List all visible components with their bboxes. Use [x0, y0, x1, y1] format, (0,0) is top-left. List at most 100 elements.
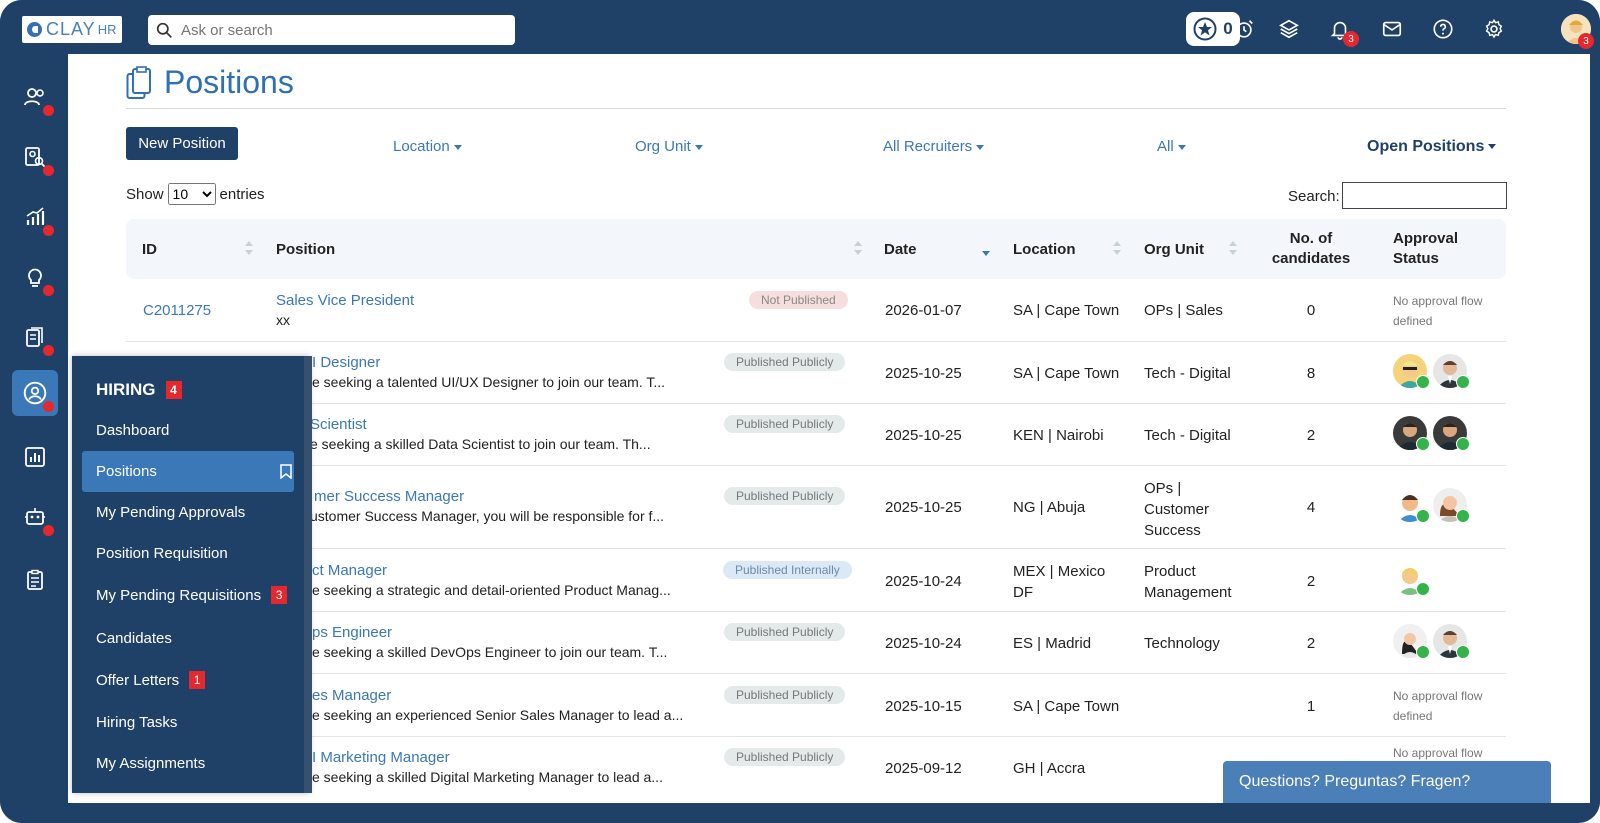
table-row[interactable]: ct Manager e seeking a strategic and det… — [126, 549, 1506, 612]
alarm-clock-icon[interactable] — [1230, 15, 1258, 43]
table-row[interactable]: C2011275 Sales Vice President xx Not Pub… — [126, 279, 1506, 342]
location-filter[interactable]: Location — [393, 138, 462, 155]
position-title-link[interactable]: mer Success Manager — [314, 488, 664, 505]
global-search-input[interactable] — [181, 21, 501, 39]
col-position[interactable]: Position — [276, 219, 856, 279]
position-cell: mer Success Manager ustomer Success Mana… — [276, 488, 664, 524]
candidate-count[interactable]: 1 — [1304, 698, 1318, 715]
entries-select[interactable]: 10 — [167, 183, 216, 205]
position-title-link[interactable]: ct Manager — [312, 562, 671, 579]
layers-icon[interactable] — [1275, 15, 1303, 43]
status-badge: Not Published — [749, 291, 848, 309]
approved-check-icon — [1456, 509, 1470, 523]
position-title-link[interactable]: I Marketing Manager — [312, 749, 663, 766]
position-cell: ps Engineer e seeking a skilled DevOps E… — [276, 624, 667, 660]
menu-item-hiring-tasks[interactable]: Hiring Tasks — [96, 714, 177, 731]
candidate-count[interactable]: 8 — [1304, 365, 1318, 382]
sort-icon[interactable] — [854, 241, 862, 257]
menu-item-dashboard[interactable]: Dashboard — [96, 422, 169, 439]
bookmark-icon[interactable] — [280, 464, 292, 479]
table-row[interactable]: mer Success Manager ustomer Success Mana… — [126, 466, 1506, 549]
search-icon — [156, 22, 172, 38]
approved-check-icon — [1416, 509, 1430, 523]
report-icon — [25, 447, 45, 467]
status-badge: Published Publicly — [724, 686, 846, 704]
position-location: GH | Accra — [1013, 760, 1086, 777]
table-row[interactable]: Scientist e seeking a skilled Data Scien… — [126, 404, 1506, 466]
table-row[interactable]: ps Engineer e seeking a skilled DevOps E… — [126, 612, 1506, 674]
help-icon[interactable] — [1429, 15, 1457, 43]
position-date: 2025-10-25 — [885, 365, 962, 382]
position-location: KEN | Nairobi — [1013, 427, 1104, 444]
status-badge: Published Publicly — [724, 623, 846, 641]
robot-icon — [25, 508, 45, 525]
menu-item-positions[interactable]: Positions — [96, 463, 292, 480]
position-id[interactable]: C2011275 — [143, 302, 211, 319]
candidate-count[interactable]: 2 — [1304, 427, 1318, 444]
table-row[interactable]: es Manager e seeking an experienced Seni… — [126, 674, 1506, 737]
sort-icon[interactable] — [245, 241, 253, 257]
table-row[interactable]: I Designer e seeking a talented UI/UX De… — [126, 342, 1506, 404]
hiring-flyout-menu: HIRING 4 Dashboard Positions My Pending … — [72, 356, 310, 793]
gear-icon[interactable] — [1480, 15, 1508, 43]
menu-scrollbar[interactable] — [304, 356, 312, 793]
chevron-down-icon — [1488, 144, 1497, 150]
sidebar-reports[interactable] — [12, 434, 58, 480]
sidebar-hiring[interactable] — [12, 370, 58, 416]
all-filter[interactable]: All — [1157, 138, 1186, 155]
sidebar-tasks[interactable] — [12, 557, 58, 603]
candidate-count[interactable]: 2 — [1304, 573, 1318, 590]
notification-badge: 3 — [1343, 31, 1359, 47]
global-search[interactable] — [148, 15, 515, 45]
menu-item-offer-letters[interactable]: Offer Letters 1 — [96, 671, 206, 689]
position-title-link[interactable]: Sales Vice President — [276, 292, 414, 309]
show-entries: Show 10 entries — [126, 183, 265, 205]
position-title-link[interactable]: ps Engineer — [312, 624, 667, 641]
menu-item-label: My Assignments — [96, 755, 206, 772]
position-title-link[interactable]: I Designer — [312, 354, 665, 371]
clayhr-logo[interactable]: CLAY HR — [22, 16, 122, 43]
recruiters-filter[interactable]: All Recruiters — [883, 138, 985, 155]
menu-item-pending-requisitions[interactable]: My Pending Requisitions 3 — [96, 586, 288, 604]
position-title-link[interactable]: Scientist — [310, 416, 651, 433]
new-position-button[interactable]: New Position — [126, 127, 238, 160]
position-title-link[interactable]: es Manager — [312, 687, 683, 704]
sort-icon[interactable] — [1229, 241, 1237, 257]
col-org-unit-label: Org Unit — [1144, 240, 1204, 258]
menu-item-candidates[interactable]: Candidates — [96, 630, 172, 647]
position-org-unit: Technology — [1144, 635, 1220, 652]
clipboard-copy-icon — [126, 65, 151, 99]
sidebar-ideas[interactable] — [12, 254, 58, 300]
open-positions-filter[interactable]: Open Positions — [1367, 138, 1497, 156]
sidebar-analytics[interactable] — [12, 194, 58, 240]
position-location: MEX | Mexico DF — [1013, 563, 1106, 601]
sidebar-person-search[interactable] — [12, 134, 58, 180]
table-search-input[interactable] — [1342, 182, 1507, 209]
col-date[interactable]: Date — [884, 219, 984, 279]
menu-item-position-requisition[interactable]: Position Requisition — [96, 545, 228, 562]
status-badge: Published Publicly — [724, 353, 846, 371]
approved-check-icon — [1456, 437, 1470, 451]
menu-item-my-assignments[interactable]: My Assignments — [96, 755, 205, 772]
candidate-count[interactable]: 4 — [1304, 499, 1318, 516]
candidate-count[interactable]: 2 — [1304, 635, 1318, 652]
menu-item-pending-approvals[interactable]: My Pending Approvals — [96, 504, 245, 521]
sidebar-bot-dot — [43, 525, 54, 536]
position-date: 2025-09-12 — [885, 760, 962, 777]
sidebar-bot[interactable] — [12, 494, 58, 540]
mail-icon[interactable] — [1378, 15, 1406, 43]
sidebar-people[interactable] — [12, 74, 58, 120]
col-candidates[interactable]: No. of candidates — [1261, 219, 1361, 279]
sort-desc-icon[interactable] — [982, 241, 990, 257]
org-unit-filter[interactable]: Org Unit — [635, 138, 703, 155]
bell-icon[interactable]: 3 — [1326, 15, 1359, 47]
sort-icon[interactable] — [1113, 241, 1121, 257]
col-approval[interactable]: Approval Status — [1393, 219, 1493, 279]
candidate-count[interactable]: 0 — [1304, 302, 1318, 319]
help-chat-tab[interactable]: Questions? Preguntas? Fragen? — [1223, 761, 1551, 803]
logo-mark-icon — [27, 22, 42, 37]
sidebar-documents[interactable] — [12, 314, 58, 360]
sidebar-ideas-dot — [43, 285, 54, 296]
user-avatar-badge: 3 — [1578, 33, 1594, 49]
position-cell: I Marketing Manager e seeking a skilled … — [276, 749, 663, 785]
